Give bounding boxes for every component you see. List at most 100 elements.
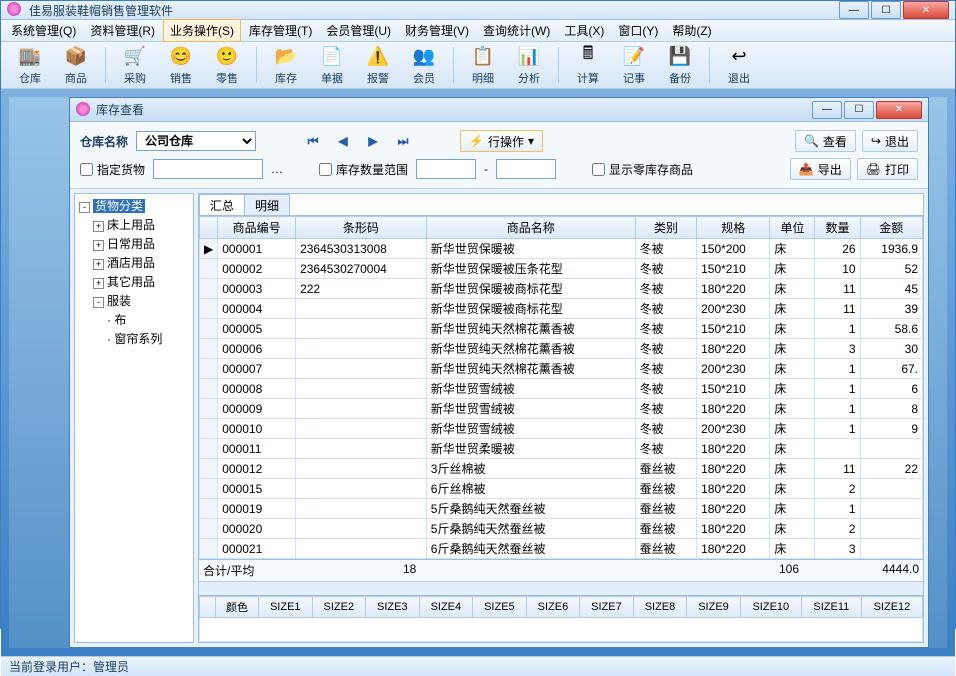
- table-row[interactable]: 000005新华世贸纯天然棉花薰香被冬被150*210床158.6: [200, 319, 923, 339]
- column-header[interactable]: 单位: [770, 217, 815, 239]
- menu-item[interactable]: 查询统计(W): [477, 20, 556, 41]
- menu-item[interactable]: 帮助(Z): [666, 20, 717, 41]
- grid-scroll[interactable]: 商品编号条形码商品名称类别规格单位数量金额 ▶00000123645303130…: [199, 216, 923, 559]
- spec-goods-checkbox[interactable]: 指定货物: [80, 161, 145, 178]
- size-column-header[interactable]: SIZE3: [366, 597, 420, 618]
- nav-first-icon[interactable]: ⏮: [302, 131, 324, 151]
- tab-summary[interactable]: 汇总: [199, 194, 245, 215]
- collapse-icon[interactable]: -: [79, 202, 90, 213]
- menu-item[interactable]: 系统管理(Q): [5, 20, 82, 41]
- size-column-header[interactable]: SIZE12: [861, 597, 922, 618]
- menu-item[interactable]: 会员管理(U): [320, 20, 397, 41]
- warehouse-select[interactable]: 公司仓库: [136, 131, 256, 151]
- toolbar-button[interactable]: 👥会员: [403, 42, 445, 88]
- menu-item[interactable]: 财务管理(V): [399, 20, 475, 41]
- column-header[interactable]: 金额: [860, 217, 922, 239]
- column-header[interactable]: 条形码: [296, 217, 427, 239]
- spec-goods-browse-button[interactable]: …: [271, 162, 283, 176]
- show-zero-checkbox[interactable]: 显示零库存商品: [592, 161, 693, 178]
- tree-leaf[interactable]: · 窗帘系列: [105, 329, 191, 348]
- nav-next-icon[interactable]: ▶: [362, 131, 384, 151]
- toolbar-button[interactable]: 📋明细: [462, 42, 504, 88]
- table-row[interactable]: 000004新华世贸保暖被商标花型冬被200*230床1139: [200, 299, 923, 319]
- export-button[interactable]: 📤导出: [790, 158, 851, 180]
- tree-node[interactable]: +酒店用品: [91, 253, 191, 272]
- menu-item[interactable]: 业务操作(S): [163, 19, 241, 42]
- table-row[interactable]: 000009新华世贸雪绒被冬被180*220床18: [200, 399, 923, 419]
- tree-node[interactable]: +其它用品: [91, 272, 191, 291]
- table-row[interactable]: ▶0000012364530313008新华世贸保暖被冬被150*200床261…: [200, 239, 923, 259]
- toolbar-button[interactable]: 📄单据: [311, 42, 353, 88]
- nav-last-icon[interactable]: ⏭: [392, 131, 414, 151]
- maximize-button[interactable]: ☐: [871, 1, 901, 19]
- toolbar-button[interactable]: 🖩计算: [567, 42, 609, 88]
- tab-detail[interactable]: 明细: [244, 194, 290, 215]
- table-row[interactable]: 000010新华世贸雪绒被冬被200*230床19: [200, 419, 923, 439]
- column-header[interactable]: 数量: [815, 217, 860, 239]
- child-minimize-button[interactable]: —: [812, 101, 842, 119]
- table-row[interactable]: 0000205斤桑鹅纯天然蚕丝被蚕丝被180*220床2: [200, 519, 923, 539]
- table-row[interactable]: 000007新华世贸纯天然棉花薰香被冬被200*230床167.: [200, 359, 923, 379]
- size-column-header[interactable]: SIZE11: [801, 597, 861, 618]
- table-row[interactable]: 000003222新华世贸保暖被商标花型冬被180*220床1145: [200, 279, 923, 299]
- toolbar-button[interactable]: 🛒采购: [114, 42, 156, 88]
- qty-range-checkbox[interactable]: 库存数量范围: [319, 161, 408, 178]
- table-row[interactable]: 0000123斤丝棉被蚕丝被180*220床1122: [200, 459, 923, 479]
- row-operation-button[interactable]: ⚡ 行操作 ▾: [460, 130, 543, 152]
- toolbar-button[interactable]: 🏬仓库: [9, 42, 51, 88]
- table-row[interactable]: 0000216斤桑鹅纯天然蚕丝被蚕丝被180*220床3: [200, 539, 923, 559]
- toolbar-button[interactable]: ↩退出: [718, 42, 760, 88]
- table-row[interactable]: 0000022364530270004新华世贸保暖被压条花型冬被150*210床…: [200, 259, 923, 279]
- menu-item[interactable]: 窗口(Y): [612, 20, 664, 41]
- menu-item[interactable]: 库存管理(T): [243, 20, 318, 41]
- exit-button[interactable]: ↪退出: [862, 130, 918, 152]
- toolbar-button[interactable]: 📝记事: [613, 42, 655, 88]
- table-row[interactable]: 000006新华世贸纯天然棉花薰香被冬被180*220床330: [200, 339, 923, 359]
- print-button[interactable]: 🖨打印: [857, 158, 918, 180]
- table-row[interactable]: 0000195斤桑鹅纯天然蚕丝被蚕丝被180*220床1: [200, 499, 923, 519]
- category-tree[interactable]: -货物分类 +床上用品+日常用品+酒店用品+其它用品-服装· 布· 窗帘系列: [74, 193, 194, 643]
- spec-goods-input[interactable]: [153, 159, 263, 179]
- tree-leaf[interactable]: · 布: [105, 310, 191, 329]
- toolbar-button[interactable]: 📦商品: [55, 42, 97, 88]
- expand-icon[interactable]: -: [93, 297, 104, 308]
- tree-root[interactable]: -货物分类: [77, 196, 191, 215]
- menu-item[interactable]: 工具(X): [558, 20, 610, 41]
- toolbar-button[interactable]: 🙂零售: [206, 42, 248, 88]
- nav-prev-icon[interactable]: ◀: [332, 131, 354, 151]
- toolbar-button[interactable]: 💾备份: [659, 42, 701, 88]
- size-column-header[interactable]: SIZE4: [419, 597, 473, 618]
- toolbar-button[interactable]: ⚠️报警: [357, 42, 399, 88]
- tree-node[interactable]: +日常用品: [91, 234, 191, 253]
- expand-icon[interactable]: +: [93, 259, 104, 270]
- minimize-button[interactable]: —: [839, 1, 869, 19]
- table-row[interactable]: 0000156斤丝棉被蚕丝被180*220床2: [200, 479, 923, 499]
- horizontal-scrollbar[interactable]: [199, 581, 923, 595]
- table-row[interactable]: 000008新华世贸雪绒被冬被150*210床16: [200, 379, 923, 399]
- toolbar-button[interactable]: 😊销售: [160, 42, 202, 88]
- table-row[interactable]: 000011新华世贸柔暖被冬被180*220床: [200, 439, 923, 459]
- expand-icon[interactable]: +: [93, 221, 104, 232]
- size-column-header[interactable]: SIZE6: [526, 597, 580, 618]
- column-header[interactable]: 类别: [635, 217, 696, 239]
- column-header[interactable]: 商品名称: [426, 217, 635, 239]
- size-column-header[interactable]: SIZE10: [740, 597, 801, 618]
- size-column-header[interactable]: SIZE2: [312, 597, 366, 618]
- toolbar-button[interactable]: 📊分析: [508, 42, 550, 88]
- child-close-button[interactable]: ✕: [876, 101, 922, 119]
- size-column-header[interactable]: SIZE1: [259, 597, 313, 618]
- size-column-header[interactable]: SIZE7: [580, 597, 634, 618]
- expand-icon[interactable]: +: [93, 240, 104, 251]
- size-column-header[interactable]: SIZE5: [473, 597, 527, 618]
- tree-node[interactable]: -服装: [91, 291, 191, 310]
- size-column-header[interactable]: 颜色: [216, 597, 259, 618]
- child-maximize-button[interactable]: ☐: [844, 101, 874, 119]
- size-column-header[interactable]: SIZE8: [633, 597, 687, 618]
- column-header[interactable]: 规格: [697, 217, 770, 239]
- tree-node[interactable]: +床上用品: [91, 215, 191, 234]
- qty-min-input[interactable]: [416, 159, 476, 179]
- size-column-header[interactable]: SIZE9: [687, 597, 741, 618]
- view-button[interactable]: 🔍查看: [795, 130, 856, 152]
- expand-icon[interactable]: +: [93, 278, 104, 289]
- menu-item[interactable]: 资料管理(R): [84, 20, 161, 41]
